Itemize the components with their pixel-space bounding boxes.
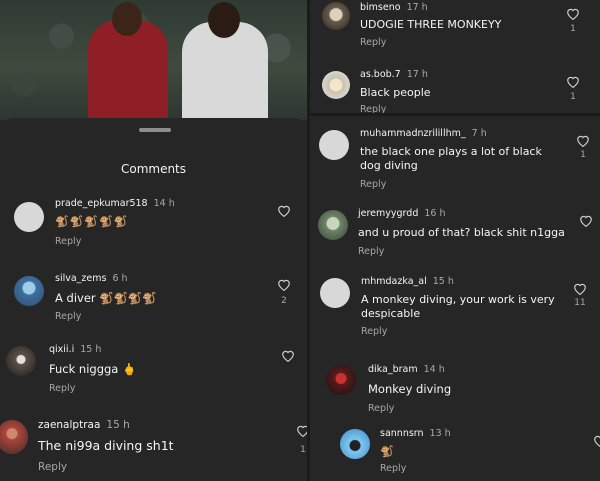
- comments-sheet: Comments prade_epkumar518 14 h 🐒🐒🐒🐒🐒 Repl…: [0, 118, 307, 481]
- comment-username[interactable]: silva_zems 6 h: [55, 273, 128, 284]
- reply-button[interactable]: Reply: [49, 383, 75, 394]
- avatar[interactable]: [326, 365, 356, 395]
- comment-text: and u proud of that? black shit n1gga: [358, 226, 565, 239]
- drag-handle-icon[interactable]: [139, 128, 171, 132]
- reply-button[interactable]: Reply: [360, 37, 386, 48]
- post-photo: [0, 0, 307, 120]
- comment-username[interactable]: zaenalptraa 15 h: [38, 419, 130, 431]
- reply-button[interactable]: Reply: [358, 246, 384, 257]
- comment-text: A monkey diving, your work is very despi…: [361, 293, 555, 320]
- like-count: 1: [300, 445, 306, 455]
- avatar[interactable]: [322, 71, 350, 99]
- comment-text: the black one plays a lot of black dog d…: [360, 145, 542, 172]
- right-top-screenshot: bimseno 17 h UDOGIE THREE MONKEYY Reply 1…: [310, 0, 600, 113]
- player-red-kit: [88, 2, 168, 120]
- reply-button[interactable]: Reply: [55, 311, 81, 322]
- left-screenshot: Comments prade_epkumar518 14 h 🐒🐒🐒🐒🐒 Repl…: [0, 0, 307, 481]
- reply-button[interactable]: Reply: [368, 403, 394, 414]
- avatar[interactable]: [340, 429, 370, 459]
- avatar[interactable]: [318, 210, 348, 240]
- reply-button[interactable]: Reply: [38, 461, 67, 473]
- like-count: 2: [281, 296, 287, 306]
- heart-icon[interactable]: [277, 278, 291, 291]
- comment-username[interactable]: as.bob.7 17 h: [360, 69, 428, 80]
- comment-username[interactable]: sannnsrn 13 h: [380, 428, 451, 439]
- comment-username[interactable]: bimseno 17 h: [360, 2, 428, 13]
- heart-icon[interactable]: [573, 282, 587, 295]
- avatar[interactable]: [14, 202, 44, 232]
- avatar[interactable]: [320, 278, 350, 308]
- heart-icon[interactable]: [566, 7, 580, 20]
- comment-text: 🐒: [380, 445, 395, 458]
- like-count: 1: [570, 24, 576, 34]
- avatar[interactable]: [6, 346, 36, 376]
- right-bottom-screenshot: muhammadnzrilillhm_ 7 h the black one pla…: [310, 116, 600, 481]
- heart-icon[interactable]: [281, 349, 295, 362]
- like-count: 1: [570, 92, 576, 102]
- reply-button[interactable]: Reply: [360, 104, 386, 113]
- reply-button[interactable]: Reply: [361, 326, 387, 337]
- comment-text: 🐒🐒🐒🐒🐒: [55, 215, 129, 228]
- reply-button[interactable]: Reply: [55, 236, 81, 247]
- heart-icon[interactable]: [579, 214, 593, 227]
- comment-username[interactable]: jeremyygrdd 16 h: [358, 208, 446, 219]
- reply-button[interactable]: Reply: [380, 463, 406, 474]
- like-count: 1: [580, 150, 586, 160]
- comment-text: Monkey diving: [368, 382, 452, 396]
- like-count: 11: [574, 298, 586, 308]
- comment-text: Fuck niggga 🖕: [49, 362, 137, 376]
- comment-username[interactable]: prade_epkumar518 14 h: [55, 198, 175, 209]
- sheet-title: Comments: [120, 162, 187, 176]
- comment-username[interactable]: qixii.i 15 h: [49, 344, 101, 355]
- avatar[interactable]: [0, 420, 28, 454]
- avatar[interactable]: [322, 2, 350, 30]
- comment-username[interactable]: dika_bram 14 h: [368, 364, 445, 375]
- comment-text: UDOGIE THREE MONKEYY: [360, 18, 502, 31]
- comment-text: Black people: [360, 86, 431, 99]
- comment-username[interactable]: muhammadnzrilillhm_ 7 h: [360, 128, 487, 139]
- heart-icon[interactable]: [277, 204, 291, 217]
- comment-text: A diver 🐒🐒🐒🐒: [55, 291, 157, 305]
- heart-icon[interactable]: [296, 424, 307, 437]
- player-white-kit: [182, 2, 268, 120]
- avatar[interactable]: [319, 130, 349, 160]
- avatar[interactable]: [14, 276, 44, 306]
- reply-button[interactable]: Reply: [360, 179, 386, 190]
- heart-icon[interactable]: [566, 75, 580, 88]
- comment-username[interactable]: mhmdazka_al 15 h: [361, 276, 454, 287]
- heart-icon[interactable]: [576, 134, 590, 147]
- comment-text: The ni99a diving sh1t: [38, 438, 174, 453]
- heart-icon[interactable]: [593, 434, 600, 447]
